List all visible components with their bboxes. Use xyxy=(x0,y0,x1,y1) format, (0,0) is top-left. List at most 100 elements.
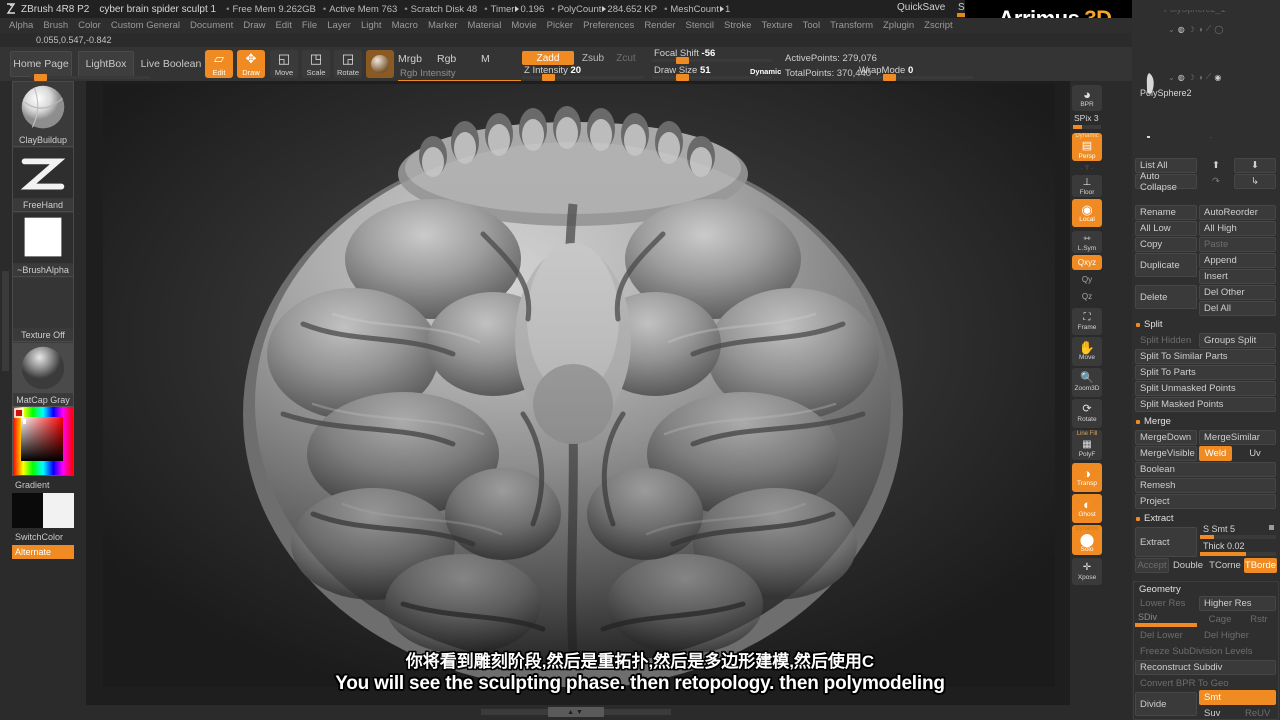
z-axis-button[interactable]: Qz xyxy=(1072,289,1102,304)
floor-button[interactable]: ⊥ Floor xyxy=(1072,175,1102,197)
lightbox-button[interactable]: LightBox xyxy=(78,51,134,77)
extract-button[interactable]: Extract xyxy=(1135,527,1197,557)
stroke-selector[interactable]: FreeHand xyxy=(12,146,74,212)
menu-item-stencil[interactable]: Stencil xyxy=(680,19,719,32)
rotate-mode-button[interactable]: ◲ Rotate xyxy=(334,50,362,78)
edit-mode-button[interactable]: ▱ Edit xyxy=(205,50,233,78)
subtool-list[interactable]: PolySphere2_1 ⌄ ◍ ☽ ◑ ⟋ ◯ PolySphere2 ⌄ xyxy=(1134,10,1278,138)
sdiv-slider[interactable]: SDiv xyxy=(1135,612,1197,627)
draw-mode-button[interactable]: ✥ Draw xyxy=(237,50,265,78)
menu-item-light[interactable]: Light xyxy=(356,19,387,32)
eye-icon[interactable]: ◉ xyxy=(1214,73,1221,82)
menu-item-transform[interactable]: Transform xyxy=(825,19,878,32)
geometry-section-header[interactable]: Geometry xyxy=(1139,584,1181,595)
s-smt-slider[interactable]: S Smt 5 xyxy=(1200,524,1276,539)
merge-section-header[interactable]: Merge xyxy=(1136,416,1171,427)
frame-button[interactable]: ⛶ Frame xyxy=(1072,308,1102,335)
duplicate-button[interactable]: Duplicate xyxy=(1135,253,1197,277)
paste-button[interactable]: Paste xyxy=(1199,237,1276,252)
eye-icon[interactable]: ◉ xyxy=(1214,137,1221,139)
switchcolor-button[interactable]: SwitchColor xyxy=(12,530,74,543)
auto-collapse-button[interactable]: Auto Collapse xyxy=(1135,171,1197,193)
split-similar-parts-button[interactable]: Split To Similar Parts xyxy=(1135,349,1276,364)
delete-button[interactable]: Delete xyxy=(1135,285,1197,309)
brush-icon[interactable]: ⟋ xyxy=(1206,72,1212,82)
eye-icon[interactable]: ◯ xyxy=(1214,25,1223,34)
rgb-button[interactable]: Rgb xyxy=(437,53,456,65)
dynamic-badge[interactable]: Dynamic xyxy=(750,67,781,76)
accept-button[interactable]: Accept xyxy=(1135,558,1169,573)
mergedown-button[interactable]: MergeDown xyxy=(1135,430,1197,445)
canvas-bottom-scrollbar[interactable]: ▲▼ xyxy=(86,706,1070,718)
left-panel-handle[interactable] xyxy=(2,271,9,371)
move-mode-button[interactable]: ◱ Move xyxy=(270,50,298,78)
paint-icon[interactable]: ◑ xyxy=(1198,73,1203,82)
y-axis-button[interactable]: Qy xyxy=(1072,272,1102,287)
zcut-button[interactable]: Zcut xyxy=(612,51,640,65)
menu-item-marker[interactable]: Marker xyxy=(423,19,463,32)
menu-item-alpha[interactable]: Alpha xyxy=(4,19,38,32)
brush-icon[interactable]: ⟋ xyxy=(1206,136,1212,138)
menu-item-document[interactable]: Document xyxy=(185,19,238,32)
groups-split-button[interactable]: Groups Split xyxy=(1199,333,1276,348)
lsym-button[interactable]: ⇿ L.Sym xyxy=(1072,231,1102,253)
menu-item-file[interactable]: File xyxy=(297,19,322,32)
paint-icon[interactable]: ◑ xyxy=(1198,137,1203,139)
subtool-row[interactable]: Merged_PolySphere2_2 ⌄ ◍ ☽ ◑ ⟋ ◉ xyxy=(1134,132,1278,138)
del-other-button[interactable]: Del Other xyxy=(1199,285,1276,300)
menu-item-stroke[interactable]: Stroke xyxy=(719,19,756,32)
material-selector[interactable]: MatCap Gray xyxy=(12,341,74,407)
subtool-row-partial[interactable]: PolySphere2_1 ⌄ ◍ ☽ ◑ ⟋ ◯ xyxy=(1134,10,1278,42)
double-button[interactable]: Double xyxy=(1170,558,1206,573)
weld-button[interactable]: Weld xyxy=(1199,446,1232,461)
lower-res-button[interactable]: Lower Res xyxy=(1135,596,1197,611)
transp-button[interactable]: ◑ Transp xyxy=(1072,463,1102,492)
zadd-button[interactable]: Zadd xyxy=(522,51,574,65)
subtool-row[interactable]: PolySphere2 ⌄ ◍ ☽ ◑ ⟋ ◉ xyxy=(1134,68,1278,100)
moon-icon[interactable]: ☽ xyxy=(1188,137,1195,139)
moon-icon[interactable]: ☽ xyxy=(1188,25,1195,34)
menu-item-zplugin[interactable]: Zplugin xyxy=(878,19,919,32)
mergevisible-button[interactable]: MergeVisible xyxy=(1135,446,1197,461)
alpha-selector[interactable]: ~BrushAlpha xyxy=(12,211,74,277)
secondary-color-swatch[interactable] xyxy=(43,493,74,528)
menu-item-draw[interactable]: Draw xyxy=(238,19,270,32)
autoreorder-button[interactable]: AutoReorder xyxy=(1199,205,1276,220)
tborder-button[interactable]: TBorde xyxy=(1244,558,1277,573)
solo-button[interactable]: Dynamic ⬤ Solo xyxy=(1072,525,1102,555)
all-low-button[interactable]: All Low xyxy=(1135,221,1197,236)
brush-icon[interactable]: ⟋ xyxy=(1206,24,1212,34)
append-button[interactable]: Append xyxy=(1199,253,1276,268)
xyz-button[interactable]: Qxyz xyxy=(1072,255,1102,270)
polyframe-button[interactable]: Line Fill ▦ PolyF xyxy=(1072,430,1102,460)
quicksave-button[interactable]: QuickSave xyxy=(897,2,945,13)
split-to-parts-button[interactable]: Split To Parts xyxy=(1135,365,1276,380)
reuv-button[interactable]: ReUV xyxy=(1240,706,1276,720)
visibility-icon[interactable]: ◍ xyxy=(1178,25,1185,34)
xpose-button[interactable]: ✛ Xpose xyxy=(1072,558,1102,585)
menu-item-material[interactable]: Material xyxy=(463,19,507,32)
copy-button[interactable]: Copy xyxy=(1135,237,1197,252)
menu-item-render[interactable]: Render xyxy=(639,19,680,32)
menu-item-zscript[interactable]: Zscript xyxy=(919,19,958,32)
split-unmasked-points-button[interactable]: Split Unmasked Points xyxy=(1135,381,1276,396)
m-button[interactable]: M xyxy=(481,53,490,65)
menu-item-preferences[interactable]: Preferences xyxy=(578,19,639,32)
gradient-label[interactable]: Gradient xyxy=(12,478,74,491)
color-swatches[interactable] xyxy=(12,493,74,528)
ghost-button[interactable]: ◐ Ghost xyxy=(1072,494,1102,523)
del-all-button[interactable]: Del All xyxy=(1199,301,1276,316)
smooth-icon[interactable]: ⌄ xyxy=(1168,137,1175,139)
smooth-icon[interactable]: ⌄ xyxy=(1168,25,1175,34)
local-button[interactable]: ◉ Local xyxy=(1072,199,1102,227)
enter-arrow-icon[interactable]: ↳ xyxy=(1234,174,1276,189)
mrgb-button[interactable]: Mrgb xyxy=(398,53,422,65)
smooth-icon[interactable]: ⌄ xyxy=(1168,73,1175,82)
remesh-button[interactable]: Remesh xyxy=(1135,478,1276,493)
zsub-button[interactable]: Zsub xyxy=(576,51,610,65)
visibility-icon[interactable]: ◍ xyxy=(1178,137,1185,139)
del-lower-button[interactable]: Del Lower xyxy=(1135,628,1197,643)
brush-selector[interactable]: ClayBuildup xyxy=(12,81,74,147)
menu-item-brush[interactable]: Brush xyxy=(38,19,73,32)
color-picker[interactable] xyxy=(12,406,74,476)
